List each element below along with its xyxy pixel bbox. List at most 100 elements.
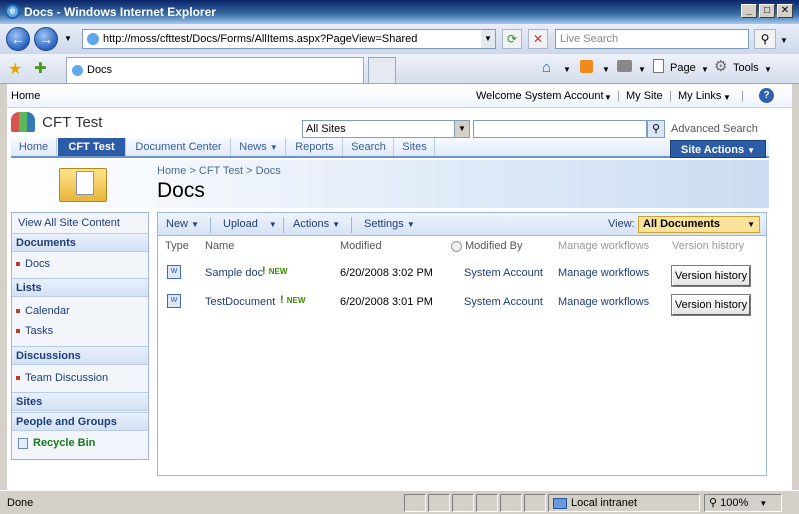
quick-launch-people-groups-heading[interactable]: People and Groups [12, 412, 148, 431]
site-title[interactable]: CFT Test [42, 114, 102, 131]
print-icon[interactable] [617, 60, 632, 72]
minimize-button[interactable]: _ [741, 4, 757, 18]
window-title-bar: e Docs - Windows Internet Explorer _ □ ✕ [0, 0, 799, 24]
advanced-search-link[interactable]: Advanced Search [671, 123, 758, 135]
recycle-bin-link[interactable]: Recycle Bin [18, 437, 95, 449]
search-options-icon[interactable]: ▼ [780, 36, 788, 45]
view-selector[interactable]: All Documents ▼ [638, 216, 760, 233]
nav-sites[interactable]: Sites [395, 138, 435, 156]
view-all-site-content-link[interactable]: View All Site Content [18, 217, 120, 229]
help-icon[interactable]: ? [759, 88, 774, 103]
browser-tab-docs[interactable]: Docs [66, 57, 364, 83]
nav-document-center[interactable]: Document Center [127, 138, 231, 156]
zoom-icon: ⚲ [709, 497, 718, 509]
refresh-button[interactable]: ⟳ [502, 29, 522, 49]
new-badge: ! NEW [262, 265, 288, 277]
favorites-star-icon[interactable]: ★ [8, 59, 22, 79]
quick-launch-documents-heading[interactable]: Documents [12, 233, 148, 252]
welcome-menu[interactable]: Welcome System Account [476, 90, 604, 102]
word-document-icon[interactable]: W [167, 265, 181, 279]
document-name-link[interactable]: TestDocument [205, 296, 275, 308]
quick-launch-sites-heading[interactable]: Sites [12, 392, 148, 411]
document-name-link[interactable]: Sample doc [205, 267, 263, 279]
security-zone[interactable]: Local intranet [548, 494, 700, 512]
my-links-dropdown-icon[interactable]: ▼ [723, 93, 731, 102]
print-dropdown-icon[interactable]: ▼ [638, 65, 646, 74]
nav-search[interactable]: Search [344, 138, 394, 156]
status-pane [452, 494, 474, 512]
column-modified[interactable]: Modified [340, 240, 382, 252]
feeds-icon[interactable] [580, 60, 593, 73]
page-dropdown-icon[interactable]: ▼ [701, 65, 709, 74]
quick-launch-item-team-discussion[interactable]: Team Discussion [16, 372, 108, 384]
top-home-link[interactable]: Home [11, 90, 40, 102]
address-bar-row: ← → ▼ http://moss/cfttest/Docs/Forms/All… [0, 24, 799, 54]
quick-launch-item-docs[interactable]: Docs [16, 258, 50, 270]
new-badge: ! NEW [280, 294, 306, 306]
column-type[interactable]: Type [165, 240, 189, 252]
actions-menu[interactable]: Actions ▼ [293, 218, 340, 230]
add-favorites-icon[interactable]: ✚ [34, 59, 47, 77]
back-button[interactable]: ← [6, 27, 30, 51]
page-menu[interactable]: Page [670, 62, 696, 74]
search-input[interactable]: Live Search [555, 29, 749, 49]
home-icon[interactable]: ⌂ [542, 59, 551, 76]
welcome-dropdown-icon[interactable]: ▼ [604, 93, 612, 102]
manage-workflows-link[interactable]: Manage workflows [558, 296, 649, 308]
version-history-button[interactable]: Version history [671, 265, 751, 287]
quick-launch-lists-heading[interactable]: Lists [12, 278, 148, 297]
zoom-control[interactable]: ⚲ 100% ▼ [704, 494, 782, 512]
people-logo-icon [11, 112, 35, 132]
modified-by-link[interactable]: System Account [464, 296, 543, 308]
upload-menu[interactable]: Upload ▼ [223, 218, 277, 230]
intranet-zone-icon [553, 497, 567, 509]
my-site-link[interactable]: My Site [626, 90, 663, 102]
manage-workflows-link[interactable]: Manage workflows [558, 267, 649, 279]
feeds-dropdown-icon[interactable]: ▼ [602, 65, 610, 74]
tools-dropdown-icon[interactable]: ▼ [764, 65, 772, 74]
word-document-icon[interactable]: W [167, 294, 181, 308]
version-history-button[interactable]: Version history [671, 294, 751, 316]
address-dropdown-icon[interactable]: ▼ [481, 30, 495, 48]
page-menu-icon [653, 59, 664, 73]
upload-dropdown-icon: ▼ [268, 220, 277, 229]
my-links-menu[interactable]: My Links [678, 90, 721, 102]
zoom-dropdown-icon: ▼ [759, 499, 768, 508]
quick-launch: View All Site Content Documents Docs Lis… [11, 212, 149, 460]
nav-news[interactable]: News ▼ [232, 138, 286, 156]
stop-button[interactable]: ✕ [528, 29, 548, 49]
list-toolbar: New ▼ Upload ▼ Actions ▼ Settings ▼ View… [157, 212, 767, 236]
quick-launch-discussions-heading[interactable]: Discussions [12, 346, 148, 365]
window-title: Docs - Windows Internet Explorer [24, 5, 216, 19]
scope-dropdown-icon[interactable]: ▼ [454, 121, 469, 137]
new-menu[interactable]: New ▼ [166, 218, 199, 230]
settings-menu[interactable]: Settings ▼ [364, 218, 415, 230]
column-name[interactable]: Name [205, 240, 234, 252]
site-search-go-icon[interactable]: ⚲ [647, 120, 665, 138]
nav-cft-test[interactable]: CFT Test [58, 138, 126, 156]
breadcrumb[interactable]: Home > CFT Test > Docs [157, 165, 281, 177]
quick-launch-item-tasks[interactable]: Tasks [16, 325, 53, 337]
site-search-input[interactable] [473, 120, 647, 138]
address-field[interactable]: http://moss/cfttest/Docs/Forms/AllItems.… [82, 29, 496, 49]
page-title: Docs [157, 179, 205, 202]
column-modified-by[interactable]: Modified By [451, 240, 522, 252]
nav-reports[interactable]: Reports [287, 138, 343, 156]
tools-menu[interactable]: Tools [733, 62, 759, 74]
site-actions-menu[interactable]: Site Actions ▼ [670, 140, 766, 158]
maximize-button[interactable]: □ [759, 4, 775, 18]
modified-date: 6/20/2008 3:01 PM [340, 296, 433, 308]
home-dropdown-icon[interactable]: ▼ [563, 65, 571, 74]
modified-by-link[interactable]: System Account [464, 267, 543, 279]
search-scope-select[interactable]: All Sites ▼ [302, 120, 470, 138]
quick-launch-item-calendar[interactable]: Calendar [16, 305, 70, 317]
history-dropdown-icon[interactable]: ▼ [64, 34, 72, 43]
recycle-bin-icon [18, 437, 28, 449]
new-tab-button[interactable] [368, 57, 396, 83]
actions-dropdown-icon: ▼ [332, 220, 341, 229]
forward-button[interactable]: → [34, 27, 58, 51]
search-icon[interactable]: ⚲ [754, 29, 776, 49]
close-button[interactable]: ✕ [777, 4, 793, 18]
nav-home[interactable]: Home [11, 138, 57, 156]
status-pane [428, 494, 450, 512]
